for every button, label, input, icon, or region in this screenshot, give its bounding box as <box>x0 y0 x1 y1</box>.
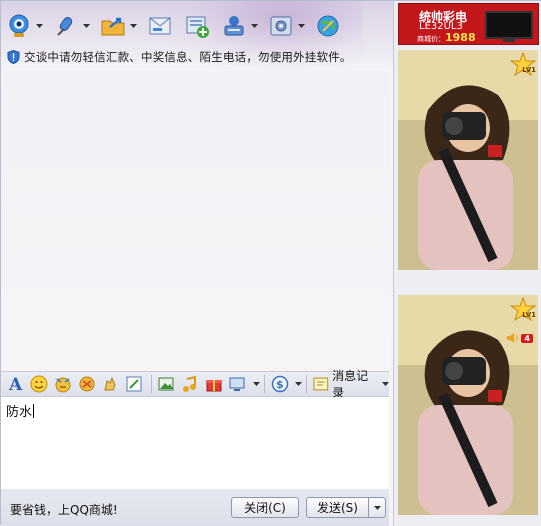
message-input[interactable]: 防水 <box>1 397 389 489</box>
nudge-icon[interactable] <box>99 374 121 394</box>
level-badge: LV1 <box>522 66 536 74</box>
shield-icon <box>7 50 20 64</box>
handwriting-icon[interactable] <box>123 374 145 394</box>
voice-call-icon <box>52 12 80 40</box>
text-caret <box>33 404 35 418</box>
contact-show-avatar[interactable]: LV1 <box>398 50 538 270</box>
chevron-down-icon[interactable] <box>35 22 43 30</box>
emoji-icon[interactable] <box>29 374 51 394</box>
unread-count-badge: 4 <box>521 333 533 343</box>
main-panel: 交谈中请勿轻信汇款、中奖信息、陌生电话，勿使用外挂软件。 A $ 消息记录 防水… <box>1 1 393 526</box>
send-options-button[interactable] <box>368 497 386 518</box>
bottom-bar: 要省钱，上QQ商城! 关闭(C) 发送(S) <box>1 489 389 526</box>
history-icon <box>313 377 329 391</box>
chevron-down-icon[interactable] <box>82 22 90 30</box>
chevron-down-icon <box>373 505 381 510</box>
message-history-label: 消息记录 <box>332 369 369 400</box>
volume-indicator[interactable]: 4 <box>507 333 533 343</box>
ad-price-label: 商城价： <box>417 35 445 43</box>
speaker-icon <box>507 333 518 343</box>
divider <box>150 375 152 393</box>
message-history-button[interactable]: 消息记录 <box>313 369 389 400</box>
settings-button[interactable] <box>267 9 305 43</box>
chevron-down-icon[interactable] <box>297 22 305 30</box>
format-toolbar: A $ 消息记录 <box>1 369 389 400</box>
send-button[interactable]: 发送(S) <box>306 497 368 518</box>
screenshot-icon[interactable] <box>226 374 248 394</box>
avatar-photo <box>398 295 538 515</box>
settings-icon <box>267 12 295 40</box>
toolbar <box>5 9 351 43</box>
security-notice: 交谈中请勿轻信汇款、中奖信息、陌生电话，勿使用外挂软件。 <box>7 49 352 65</box>
globe-icon <box>314 12 342 40</box>
level-star-icon <box>510 297 536 322</box>
globe-button[interactable] <box>314 9 342 43</box>
chevron-down-icon[interactable] <box>252 380 260 388</box>
magic-emoji-icon[interactable] <box>52 374 74 394</box>
chevron-down-icon[interactable] <box>129 22 137 30</box>
my-show-avatar[interactable]: LV1 4 <box>398 295 538 515</box>
tv-icon <box>485 11 533 39</box>
chevron-down-icon[interactable] <box>381 380 389 388</box>
ad-price: 1988 <box>445 31 476 44</box>
remote-assist-button[interactable] <box>220 9 258 43</box>
divider <box>263 375 265 393</box>
close-button[interactable]: 关闭(C) <box>231 497 299 518</box>
message-history-area[interactable] <box>1 71 389 371</box>
message-input-text: 防水 <box>6 405 33 420</box>
app-add-icon <box>183 12 211 40</box>
side-panel: 统帅彩电 LE32UL3 商城价： 1988 LV1 LV1 4 <box>393 1 541 526</box>
email-button[interactable] <box>146 9 174 43</box>
level-star-icon <box>510 52 536 77</box>
email-icon <box>146 12 174 40</box>
notice-text: 交谈中请勿轻信汇款、中奖信息、陌生电话，勿使用外挂软件。 <box>24 50 352 64</box>
chevron-down-icon[interactable] <box>250 22 258 30</box>
payment-icon[interactable]: $ <box>269 374 291 394</box>
level-badge: LV1 <box>522 311 536 319</box>
gift-icon[interactable] <box>203 374 225 394</box>
send-file-button[interactable] <box>99 9 137 43</box>
remote-assist-icon <box>220 12 248 40</box>
tv-stand <box>503 39 515 42</box>
app-add-button[interactable] <box>183 9 211 43</box>
video-call-button[interactable] <box>5 9 43 43</box>
font-icon[interactable]: A <box>5 374 27 394</box>
image-icon[interactable] <box>156 374 178 394</box>
avatar-photo <box>398 50 538 270</box>
svg-text:$: $ <box>276 378 284 391</box>
send-file-icon <box>99 12 127 40</box>
video-call-icon <box>5 12 33 40</box>
voice-call-button[interactable] <box>52 9 90 43</box>
svg-text:A: A <box>8 375 23 393</box>
chat-window: 交谈中请勿轻信汇款、中奖信息、陌生电话，勿使用外挂软件。 A $ 消息记录 防水… <box>0 0 541 526</box>
chevron-down-icon[interactable] <box>294 380 303 388</box>
qq-mall-promo-link[interactable]: 要省钱，上QQ商城! <box>10 501 118 518</box>
top-banner: 交谈中请勿轻信汇款、中奖信息、陌生电话，勿使用外挂软件。 <box>1 1 393 71</box>
ad-banner[interactable]: 统帅彩电 LE32UL3 商城价： 1988 <box>398 3 539 45</box>
shake-window-icon[interactable] <box>76 374 98 394</box>
music-icon[interactable] <box>179 374 201 394</box>
divider <box>306 375 308 393</box>
